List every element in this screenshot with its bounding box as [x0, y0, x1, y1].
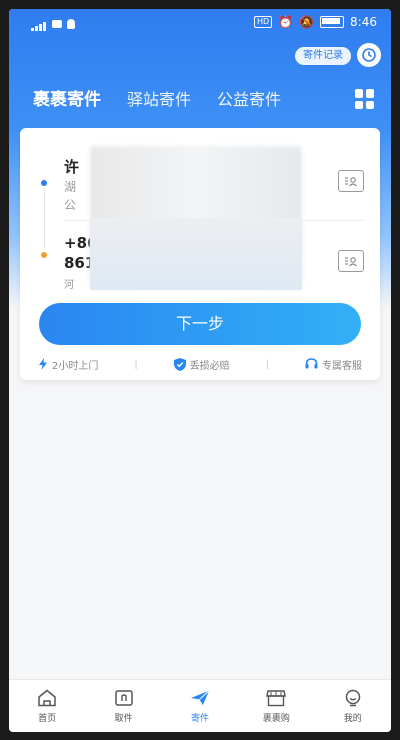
feature-pickup-2h: 2小时上门	[38, 357, 98, 372]
receiver-dot	[41, 252, 47, 258]
tab-guoguo-send[interactable]: 裹裹寄件	[33, 85, 101, 110]
battery-icon	[320, 16, 345, 28]
signal-icon	[31, 17, 47, 31]
sender-dot	[41, 180, 47, 186]
feature-divider: |	[134, 358, 138, 370]
nav-label: 裹裹购	[262, 713, 290, 724]
nav-item-send[interactable]: 寄件	[170, 680, 230, 732]
receiver-address-book-button[interactable]	[338, 250, 364, 272]
feature-divider: |	[265, 358, 270, 370]
status-left	[31, 17, 75, 31]
send-icon	[190, 689, 210, 707]
nav-label: 取件	[114, 713, 133, 724]
contact-card-icon	[345, 177, 357, 187]
contact-card-icon	[345, 257, 357, 267]
nav-item-pickup[interactable]: 取件	[94, 680, 154, 732]
send-records-button[interactable]: 寄件记录	[295, 47, 351, 65]
app-screen: HD ⏰ 🔕 8:46 寄件记录 裹裹寄件 驿站寄件 公益寄件 许 湖 公 +8…	[9, 9, 391, 732]
nav-item-home[interactable]: 首页	[17, 680, 77, 732]
feature-label: 2小时上门	[51, 360, 99, 372]
pickup-icon	[114, 689, 134, 707]
profile-icon	[343, 689, 363, 707]
sender-address-book-button[interactable]	[338, 170, 364, 192]
shield-icon	[173, 357, 186, 371]
nav-label: 首页	[38, 713, 57, 724]
home-icon	[37, 689, 57, 707]
status-right: HD ⏰ 🔕 8:46	[253, 15, 377, 29]
clock-icon	[362, 48, 376, 62]
nav-label: 寄件	[190, 713, 209, 724]
nav-label: 我的	[343, 713, 362, 724]
sender-address-line2: 公	[64, 198, 77, 212]
status-bar: HD ⏰ 🔕 8:46	[9, 9, 391, 39]
send-form-card: 许 湖 公 +86 861 河 下一步 2小时上门 | 丢损必赔 | 专属客服	[20, 128, 380, 380]
nav-item-profile[interactable]: 我的	[323, 680, 383, 732]
wechat-icon	[52, 20, 62, 28]
feature-label: 丢损必赔	[189, 360, 230, 372]
service-features: 2小时上门 | 丢损必赔 | 专属客服	[20, 356, 380, 372]
store-icon	[266, 689, 287, 707]
receiver-address-line: 河	[64, 280, 74, 291]
tab-charity-send[interactable]: 公益寄件	[217, 86, 281, 110]
sender-name[interactable]: 许	[64, 156, 79, 177]
status-time: 8:46	[350, 15, 377, 29]
alarm-icon: ⏰	[278, 15, 294, 29]
feature-dedicated-service: 专属客服	[305, 357, 362, 372]
grid-menu-icon[interactable]	[355, 89, 375, 109]
lightning-icon	[38, 358, 47, 370]
bottom-nav: 首页 取件 寄件 裹裹购 我的	[9, 679, 391, 732]
sender-address-line1: 湖	[64, 180, 77, 194]
nav-item-guoguo-shop[interactable]: 裹裹购	[246, 680, 306, 732]
headset-icon	[305, 358, 318, 369]
tab-station-send[interactable]: 驿站寄件	[127, 86, 191, 110]
privacy-blur-overlay-lower	[90, 218, 302, 290]
mute-icon: 🔕	[299, 15, 315, 29]
hd-badge: HD	[253, 16, 273, 28]
feature-loss-compensation: 丢损必赔	[173, 357, 230, 372]
route-line	[44, 188, 45, 248]
qq-icon	[67, 19, 75, 29]
next-step-button[interactable]: 下一步	[39, 303, 361, 345]
send-type-tabs: 裹裹寄件 驿站寄件 公益寄件	[33, 85, 281, 110]
clock-button[interactable]	[357, 43, 381, 67]
feature-label: 专属客服	[321, 360, 362, 372]
